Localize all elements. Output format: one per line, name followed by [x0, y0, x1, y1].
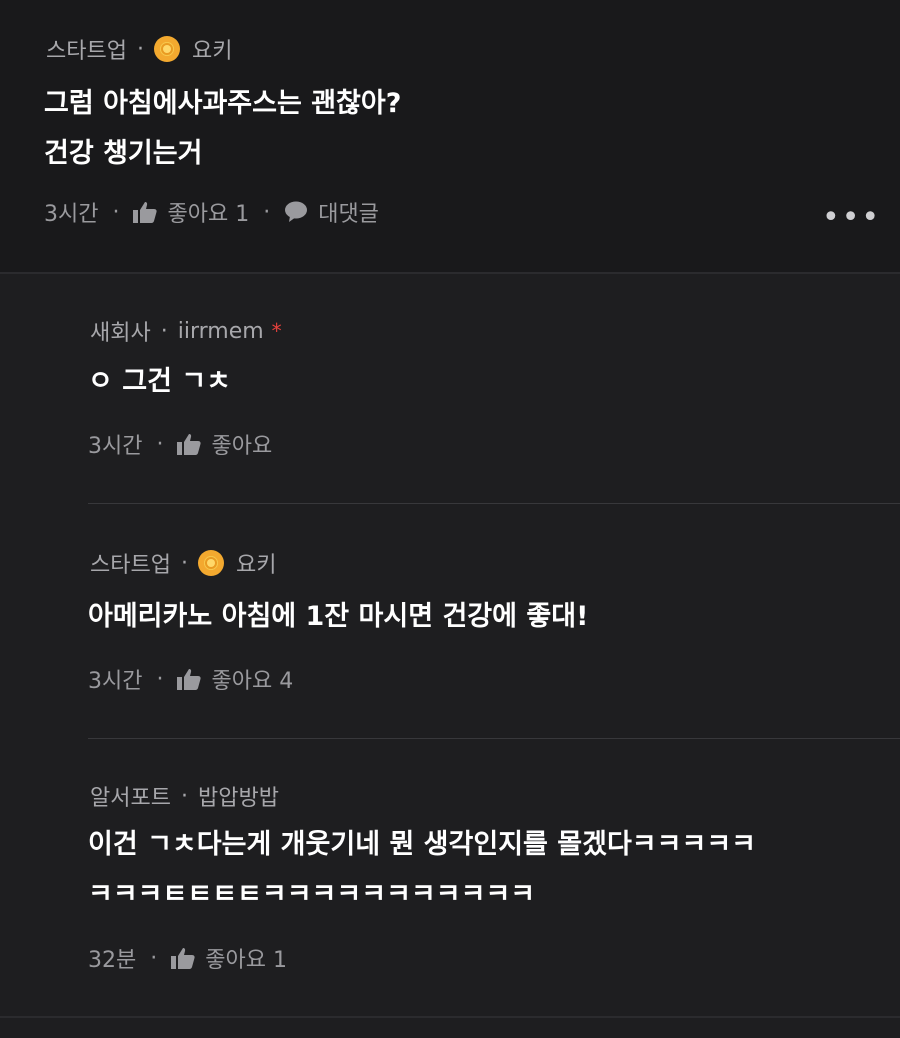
badge-icon: [153, 36, 180, 62]
author-name[interactable]: 요키: [192, 33, 232, 65]
separator-dot: ·: [180, 550, 188, 576]
comment-header: 알서포트 · 밥압방밥: [90, 780, 279, 812]
thumbs-up-icon: [171, 948, 195, 969]
like-label: 좋아요 1: [205, 948, 287, 973]
timestamp: 32분: [88, 948, 137, 973]
comment-text: 아메리카노 아침에 1잔 마시면 건강에 좋대!: [88, 592, 588, 642]
badge-icon: [197, 550, 224, 576]
divider: [0, 272, 900, 274]
comment-actions: 3시간 · 좋아요 1 · 대댓글: [44, 196, 379, 228]
like-button[interactable]: 좋아요 1: [171, 942, 287, 974]
op-marker: *: [271, 319, 282, 343]
separator-dot: ·: [136, 36, 144, 62]
divider: [0, 1016, 900, 1018]
company-name: 스타트업: [90, 553, 171, 578]
like-label: 좋아요: [211, 434, 273, 459]
like-button[interactable]: 좋아요 1: [133, 196, 249, 228]
thumbs-up-icon: [177, 669, 202, 690]
reply-button[interactable]: 대댓글: [284, 196, 379, 228]
timestamp: 3시간: [88, 669, 143, 694]
comment-line: 건강 챙기는거: [44, 138, 203, 169]
author-name[interactable]: 밥압방밥: [198, 780, 279, 812]
company-name: 알서포트: [90, 786, 171, 811]
like-button[interactable]: 좋아요: [177, 428, 272, 460]
reply-label: 대댓글: [318, 202, 379, 227]
divider: [88, 738, 900, 739]
comment-text: 이건 ㄱㅊ다는게 개웃기네 뭔 생각인지를 몰겠다ㅋㅋㅋㅋㅋ ㅋㅋㅋㅌㅌㅌㅌㅋㅋ…: [88, 820, 756, 920]
more-options-button[interactable]: •••: [822, 203, 881, 233]
comment-line: ㅋㅋㅋㅌㅌㅌㅌㅋㅋㅋㅋㅋㅋㅋㅋㅋㅋㅋ: [88, 879, 536, 910]
author-name[interactable]: iirrmem: [178, 319, 264, 344]
comment-actions: 32분 · 좋아요 1: [88, 942, 287, 974]
thumbs-up-icon: [133, 202, 158, 223]
separator-dot: ·: [160, 318, 168, 344]
divider: [88, 503, 900, 504]
comment-line: 이건 ㄱㅊ다는게 개웃기네 뭔 생각인지를 몰겠다ㅋㅋㅋㅋㅋ: [88, 829, 756, 860]
comment-actions: 3시간 · 좋아요 4: [88, 663, 293, 695]
separator-dot: ·: [156, 431, 164, 457]
like-label: 좋아요 4: [211, 669, 294, 694]
separator-dot: ·: [263, 199, 271, 225]
separator-dot: ·: [112, 199, 120, 225]
company-name: 새회사: [90, 321, 151, 346]
comment-header: 스타트업 · 요키: [46, 33, 232, 65]
speech-bubble-icon: [285, 201, 308, 222]
separator-dot: ·: [156, 666, 164, 692]
comment-actions: 3시간 · 좋아요: [88, 428, 272, 460]
comment-header: 새회사 · iirrmem *: [90, 315, 282, 347]
thumbs-up-icon: [177, 434, 202, 455]
comment-line: 아메리카노 아침에 1잔 마시면 건강에 좋대!: [88, 601, 589, 632]
company-name: 스타트업: [46, 39, 127, 64]
separator-dot: ·: [180, 783, 188, 809]
timestamp: 3시간: [44, 202, 99, 227]
timestamp: 3시간: [88, 434, 143, 459]
comment-header: 스타트업 · 요키: [90, 547, 276, 579]
comment-text: 그럼 아침에사과주스는 괜찮아? 건강 챙기는거: [44, 79, 401, 179]
comment-line: ㅇ 그건 ㄱㅊ: [88, 366, 231, 397]
comment-text: ㅇ 그건 ㄱㅊ: [88, 357, 231, 407]
author-name[interactable]: 요키: [236, 547, 276, 579]
like-button[interactable]: 좋아요 4: [177, 663, 293, 695]
comment-line: 그럼 아침에사과주스는 괜찮아?: [44, 88, 402, 119]
like-label: 좋아요 1: [167, 202, 250, 227]
separator-dot: ·: [150, 945, 158, 971]
